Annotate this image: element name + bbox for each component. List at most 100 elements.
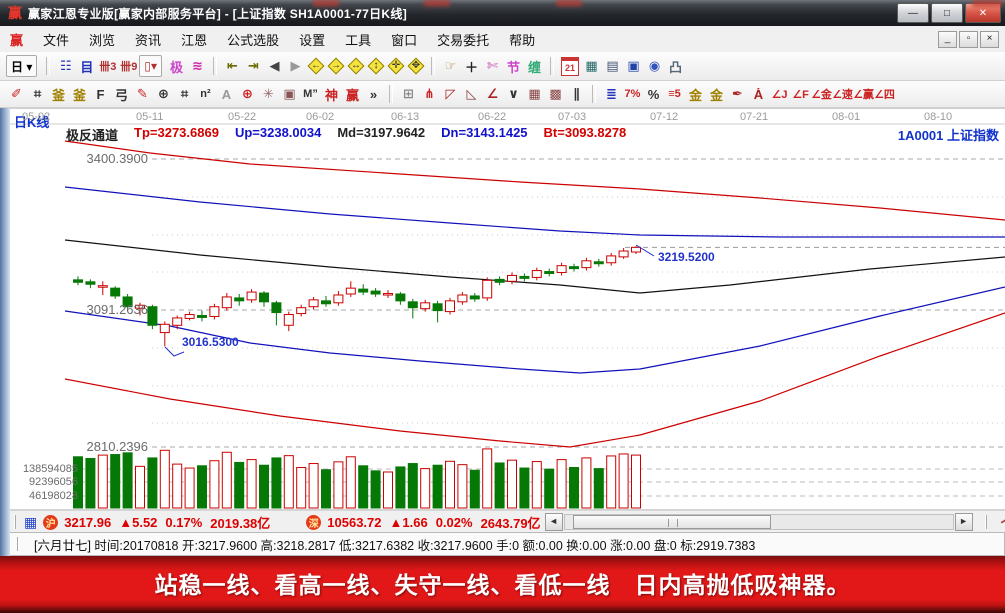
screenshot-icon[interactable]: ◉: [644, 56, 665, 76]
pan-right-icon-arrow: →: [326, 56, 346, 76]
menu-item-浏览[interactable]: 浏览: [79, 30, 125, 51]
fan-grid-icon[interactable]: ◺: [461, 84, 482, 104]
scrollbar-track[interactable]: [564, 514, 954, 530]
menu-item-公式选股[interactable]: 公式选股: [217, 30, 289, 51]
zoom-vertical-icon[interactable]: ↕: [366, 56, 386, 76]
starburst-icon[interactable]: ✳: [258, 84, 279, 104]
chip-distribution-icon[interactable]: ≋: [187, 56, 208, 76]
fibo-f-icon[interactable]: F: [90, 84, 111, 104]
gold-ratio2-icon[interactable]: 釜: [69, 84, 90, 104]
menu-item-设置[interactable]: 设置: [289, 30, 335, 51]
crosshair-icon[interactable]: ＋: [461, 56, 482, 76]
grid-table-icon[interactable]: ▦: [24, 514, 37, 531]
f10-info-icon[interactable]: 目: [76, 56, 97, 76]
menu-item-交易委托[interactable]: 交易委托: [427, 30, 499, 51]
angle-ying-icon[interactable]: ∠赢: [853, 84, 874, 104]
grid-box2-icon[interactable]: ▩: [545, 84, 566, 104]
last-bar-icon[interactable]: ⇥: [243, 56, 264, 76]
zoom-out-icon[interactable]: ✥: [406, 56, 426, 76]
wave-mark-icon[interactable]: M”: [300, 84, 321, 104]
fan-fill-icon[interactable]: ◸: [440, 84, 461, 104]
brush-pen-icon[interactable]: ✎: [132, 84, 153, 104]
percent-icon[interactable]: %: [643, 84, 664, 104]
mark-region-icon[interactable]: ✄: [482, 56, 503, 76]
pan-left-icon[interactable]: ←: [306, 56, 326, 76]
parallel-lines-icon[interactable]: ∥: [566, 84, 587, 104]
fan-lines-icon[interactable]: ⋔: [419, 84, 440, 104]
angle-j-icon[interactable]: ∠J: [769, 84, 790, 104]
wave-v-icon[interactable]: ∨: [503, 84, 524, 104]
main-toolbar: 日 ▾ ☷目卌3卌9▯▾极≋ ⇤⇥◀▶←→↔↕✛✥ ☞＋✄节缠 21▦▤▣◉凸: [0, 52, 1005, 81]
period-day-button[interactable]: 日 ▾: [6, 55, 37, 77]
a-wave-icon[interactable]: Ȧ: [748, 84, 769, 104]
n-square-icon[interactable]: n²: [195, 84, 216, 104]
spiral-icon[interactable]: 弓: [111, 84, 132, 104]
seven-percent-icon[interactable]: 7%: [622, 84, 643, 104]
prev-bar-icon[interactable]: ◀: [264, 56, 285, 76]
entangle-line-icon[interactable]: 缠: [524, 56, 545, 76]
print-icon[interactable]: 凸: [665, 56, 686, 76]
menu-item-资讯[interactable]: 资讯: [125, 30, 171, 51]
menu-item-文件[interactable]: 文件: [33, 30, 79, 51]
toolbar-separator: [389, 85, 393, 103]
angle-four-icon[interactable]: ∠四: [874, 84, 895, 104]
minute-9-chart-icon[interactable]: 卌9: [118, 56, 139, 76]
kline-chart[interactable]: 日K线 05-0205-1105-2206-0206-1306-2207-030…: [10, 108, 1005, 511]
gold-ratio-icon[interactable]: 釜: [48, 84, 69, 104]
next-bar-icon[interactable]: ▶: [285, 56, 306, 76]
save-icon[interactable]: ▣: [623, 56, 644, 76]
price-axis-label: 3400.3900: [58, 151, 148, 166]
grid-ruler-icon[interactable]: ⌗: [174, 84, 195, 104]
target-cross-icon[interactable]: ⊕: [237, 84, 258, 104]
mdi-minimize-button[interactable]: _: [938, 31, 957, 48]
calendar-icon[interactable]: 21: [561, 57, 579, 76]
promo-banner[interactable]: 站稳一线、看高一线、失守一线、看低一线 日内高抛低吸神器。: [0, 556, 1005, 613]
angle-speed-icon[interactable]: ∠速: [832, 84, 853, 104]
quote-board-icon[interactable]: ☷: [55, 56, 76, 76]
candle-style-button[interactable]: ▯▾: [139, 55, 162, 77]
more-tools-chevron[interactable]: »: [363, 84, 384, 104]
angle-gold-icon[interactable]: ∠金: [811, 84, 832, 104]
percent-ruler-icon[interactable]: ≣: [601, 84, 622, 104]
angle-f-icon[interactable]: ∠F: [790, 84, 811, 104]
mdi-close-button[interactable]: ×: [980, 31, 999, 48]
menu-item-江恩[interactable]: 江恩: [171, 30, 217, 51]
square-target-icon[interactable]: ▣: [279, 84, 300, 104]
jifan-channel-icon[interactable]: 极: [166, 56, 187, 76]
five-lines-icon[interactable]: ≡5: [664, 84, 685, 104]
gann-festival-icon[interactable]: 节: [503, 56, 524, 76]
notepad-icon[interactable]: ▤: [602, 56, 623, 76]
angle-line-icon[interactable]: ∠: [482, 84, 503, 104]
knife-pen-icon[interactable]: ✒: [727, 84, 748, 104]
scroll-right-arrow[interactable]: ►: [955, 513, 973, 531]
menu-item-窗口[interactable]: 窗口: [381, 30, 427, 51]
pan-right-icon[interactable]: →: [326, 56, 346, 76]
grid-box-icon[interactable]: ▦: [524, 84, 545, 104]
mdi-restore-button[interactable]: ▫: [959, 31, 978, 48]
maximize-button[interactable]: □: [931, 3, 963, 23]
gold-lines-icon[interactable]: 金: [706, 84, 727, 104]
sz-index-value: 10563.72: [327, 515, 381, 530]
chart-canvas[interactable]: [10, 109, 1005, 511]
menu-item-工具[interactable]: 工具: [335, 30, 381, 51]
minute-3-chart-icon[interactable]: 卌3: [97, 56, 118, 76]
minimize-button[interactable]: —: [897, 3, 929, 23]
gold-circle-icon[interactable]: 金: [685, 84, 706, 104]
zoom-in-icon[interactable]: ✛: [386, 56, 406, 76]
gann-wheel-icon[interactable]: ⊕: [153, 84, 174, 104]
first-bar-icon[interactable]: ⇤: [222, 56, 243, 76]
mdi-window-controls: _▫×: [938, 31, 999, 48]
gann-ruler-icon[interactable]: ⌗: [27, 84, 48, 104]
zoom-horizontal-icon[interactable]: ↔: [346, 56, 366, 76]
box-tool-icon[interactable]: ⊞: [398, 84, 419, 104]
shen-tool-icon[interactable]: 神: [321, 84, 342, 104]
menu-item-帮助[interactable]: 帮助: [499, 30, 545, 51]
pan-hand-icon[interactable]: ☞: [440, 56, 461, 76]
zoom-horizontal-icon-arrow: ↔: [346, 56, 366, 76]
calculator-icon[interactable]: ▦: [581, 56, 602, 76]
scroll-left-arrow[interactable]: ◄: [545, 513, 563, 531]
ying-tool-icon[interactable]: 赢: [342, 84, 363, 104]
text-tool-icon[interactable]: A: [216, 84, 237, 104]
scrollbar-thumb[interactable]: [573, 515, 771, 529]
trend-pen-icon[interactable]: ✐: [6, 84, 27, 104]
